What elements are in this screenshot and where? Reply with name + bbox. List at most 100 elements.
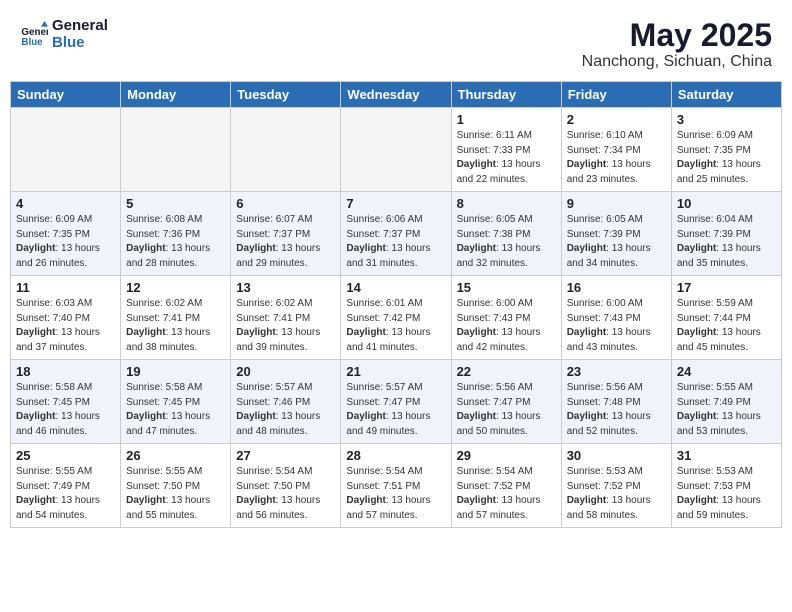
calendar-week-row: 4 Sunrise: 6:09 AMSunset: 7:35 PMDaylight… — [11, 192, 782, 276]
weekday-header: Tuesday — [231, 82, 341, 108]
calendar-cell: 12Sunrise: 6:02 AMSunset: 7:41 PMDayligh… — [121, 276, 231, 360]
calendar-cell: 10 Sunrise: 6:04 AMSunset: 7:39 PMDayligh… — [671, 192, 781, 276]
day-info: Sunrise: 6:11 AMSunset: 7:33 PMDaylight:… — [457, 129, 556, 187]
day-number: 30 — [567, 448, 666, 463]
day-number: 10 — [677, 196, 776, 211]
calendar-table: SundayMondayTuesdayWednesdayThursdayFrid… — [10, 81, 782, 528]
calendar-cell: 24 Sunrise: 5:55 AMSunset: 7:49 PMDayligh… — [671, 360, 781, 444]
day-info: Sunrise: 5:58 AMSunset: 7:45 PMDaylight:… — [16, 381, 115, 439]
calendar-week-row: 11 Sunrise: 6:03 AMSunset: 7:40 PMDayligh… — [11, 276, 782, 360]
calendar-cell: 29Sunrise: 5:54 AMSunset: 7:52 PMDayligh… — [451, 444, 561, 528]
day-number: 27 — [236, 448, 335, 463]
calendar-week-row: 1 Sunrise: 6:11 AMSunset: 7:33 PMDaylight… — [11, 108, 782, 192]
logo: General Blue General Blue — [20, 18, 108, 51]
day-number: 11 — [16, 280, 115, 295]
day-info: Sunrise: 6:04 AMSunset: 7:39 PMDaylight:… — [677, 213, 776, 271]
day-number: 2 — [567, 112, 666, 127]
logo-line2: Blue — [52, 35, 108, 52]
day-info: Sunrise: 6:09 AMSunset: 7:35 PMDaylight:… — [677, 129, 776, 187]
calendar-week-row: 18 Sunrise: 5:58 AMSunset: 7:45 PMDayligh… — [11, 360, 782, 444]
day-number: 24 — [677, 364, 776, 379]
location-subtitle: Nanchong, Sichuan, China — [582, 53, 772, 71]
calendar-cell: 4 Sunrise: 6:09 AMSunset: 7:35 PMDaylight… — [11, 192, 121, 276]
day-number: 13 — [236, 280, 335, 295]
weekday-header: Sunday — [11, 82, 121, 108]
day-info: Sunrise: 5:53 AMSunset: 7:53 PMDaylight:… — [677, 465, 776, 523]
calendar-cell: 27Sunrise: 5:54 AMSunset: 7:50 PMDayligh… — [231, 444, 341, 528]
calendar-header-row: SundayMondayTuesdayWednesdayThursdayFrid… — [11, 82, 782, 108]
day-number: 6 — [236, 196, 335, 211]
calendar-cell: 31 Sunrise: 5:53 AMSunset: 7:53 PMDayligh… — [671, 444, 781, 528]
page-header: General Blue General Blue May 2025 Nanch… — [10, 10, 782, 75]
weekday-header: Thursday — [451, 82, 561, 108]
day-info: Sunrise: 6:03 AMSunset: 7:40 PMDaylight:… — [16, 297, 115, 355]
day-info: Sunrise: 5:54 AMSunset: 7:52 PMDaylight:… — [457, 465, 556, 523]
day-info: Sunrise: 6:09 AMSunset: 7:35 PMDaylight:… — [16, 213, 115, 271]
calendar-cell — [11, 108, 121, 192]
calendar-cell — [231, 108, 341, 192]
day-info: Sunrise: 6:00 AMSunset: 7:43 PMDaylight:… — [567, 297, 666, 355]
day-info: Sunrise: 5:55 AMSunset: 7:49 PMDaylight:… — [677, 381, 776, 439]
logo-icon: General Blue — [20, 21, 48, 49]
calendar-cell: 22Sunrise: 5:56 AMSunset: 7:47 PMDayligh… — [451, 360, 561, 444]
day-number: 21 — [346, 364, 445, 379]
calendar-cell: 11 Sunrise: 6:03 AMSunset: 7:40 PMDayligh… — [11, 276, 121, 360]
calendar-cell — [121, 108, 231, 192]
day-info: Sunrise: 6:02 AMSunset: 7:41 PMDaylight:… — [126, 297, 225, 355]
day-info: Sunrise: 6:08 AMSunset: 7:36 PMDaylight:… — [126, 213, 225, 271]
day-info: Sunrise: 5:55 AMSunset: 7:49 PMDaylight:… — [16, 465, 115, 523]
day-info: Sunrise: 5:57 AMSunset: 7:47 PMDaylight:… — [346, 381, 445, 439]
day-info: Sunrise: 6:06 AMSunset: 7:37 PMDaylight:… — [346, 213, 445, 271]
day-info: Sunrise: 5:58 AMSunset: 7:45 PMDaylight:… — [126, 381, 225, 439]
logo-line1: General — [52, 18, 108, 35]
day-number: 4 — [16, 196, 115, 211]
weekday-header: Saturday — [671, 82, 781, 108]
day-number: 14 — [346, 280, 445, 295]
calendar-cell: 30 Sunrise: 5:53 AMSunset: 7:52 PMDayligh… — [561, 444, 671, 528]
day-number: 16 — [567, 280, 666, 295]
calendar-cell: 15Sunrise: 6:00 AMSunset: 7:43 PMDayligh… — [451, 276, 561, 360]
calendar-cell: 18 Sunrise: 5:58 AMSunset: 7:45 PMDayligh… — [11, 360, 121, 444]
day-number: 19 — [126, 364, 225, 379]
calendar-cell: 25 Sunrise: 5:55 AMSunset: 7:49 PMDayligh… — [11, 444, 121, 528]
weekday-header: Monday — [121, 82, 231, 108]
calendar-cell: 17 Sunrise: 5:59 AMSunset: 7:44 PMDayligh… — [671, 276, 781, 360]
day-info: Sunrise: 5:53 AMSunset: 7:52 PMDaylight:… — [567, 465, 666, 523]
calendar-cell: 6 Sunrise: 6:07 AMSunset: 7:37 PMDaylight… — [231, 192, 341, 276]
day-number: 1 — [457, 112, 556, 127]
day-info: Sunrise: 5:57 AMSunset: 7:46 PMDaylight:… — [236, 381, 335, 439]
day-number: 9 — [567, 196, 666, 211]
day-number: 31 — [677, 448, 776, 463]
day-number: 17 — [677, 280, 776, 295]
day-number: 26 — [126, 448, 225, 463]
day-info: Sunrise: 6:10 AMSunset: 7:34 PMDaylight:… — [567, 129, 666, 187]
day-number: 25 — [16, 448, 115, 463]
day-info: Sunrise: 6:01 AMSunset: 7:42 PMDaylight:… — [346, 297, 445, 355]
svg-text:Blue: Blue — [21, 36, 43, 47]
calendar-cell: 19 Sunrise: 5:58 AMSunset: 7:45 PMDayligh… — [121, 360, 231, 444]
title-block: May 2025 Nanchong, Sichuan, China — [582, 18, 772, 71]
calendar-cell: 2 Sunrise: 6:10 AMSunset: 7:34 PMDaylight… — [561, 108, 671, 192]
day-info: Sunrise: 5:55 AMSunset: 7:50 PMDaylight:… — [126, 465, 225, 523]
day-number: 5 — [126, 196, 225, 211]
day-info: Sunrise: 5:54 AMSunset: 7:51 PMDaylight:… — [346, 465, 445, 523]
day-info: Sunrise: 5:59 AMSunset: 7:44 PMDaylight:… — [677, 297, 776, 355]
calendar-cell: 14 Sunrise: 6:01 AMSunset: 7:42 PMDayligh… — [341, 276, 451, 360]
day-number: 8 — [457, 196, 556, 211]
calendar-cell: 9 Sunrise: 6:05 AMSunset: 7:39 PMDaylight… — [561, 192, 671, 276]
calendar-cell: 5 Sunrise: 6:08 AMSunset: 7:36 PMDaylight… — [121, 192, 231, 276]
day-number: 28 — [346, 448, 445, 463]
day-info: Sunrise: 6:05 AMSunset: 7:39 PMDaylight:… — [567, 213, 666, 271]
calendar-cell: 21 Sunrise: 5:57 AMSunset: 7:47 PMDayligh… — [341, 360, 451, 444]
day-number: 7 — [346, 196, 445, 211]
day-info: Sunrise: 6:00 AMSunset: 7:43 PMDaylight:… — [457, 297, 556, 355]
calendar-cell: 23Sunrise: 5:56 AMSunset: 7:48 PMDayligh… — [561, 360, 671, 444]
calendar-cell: 26 Sunrise: 5:55 AMSunset: 7:50 PMDayligh… — [121, 444, 231, 528]
calendar-cell: 28 Sunrise: 5:54 AMSunset: 7:51 PMDayligh… — [341, 444, 451, 528]
month-title: May 2025 — [582, 18, 772, 53]
day-info: Sunrise: 6:07 AMSunset: 7:37 PMDaylight:… — [236, 213, 335, 271]
weekday-header: Wednesday — [341, 82, 451, 108]
day-number: 18 — [16, 364, 115, 379]
day-number: 3 — [677, 112, 776, 127]
day-number: 23 — [567, 364, 666, 379]
